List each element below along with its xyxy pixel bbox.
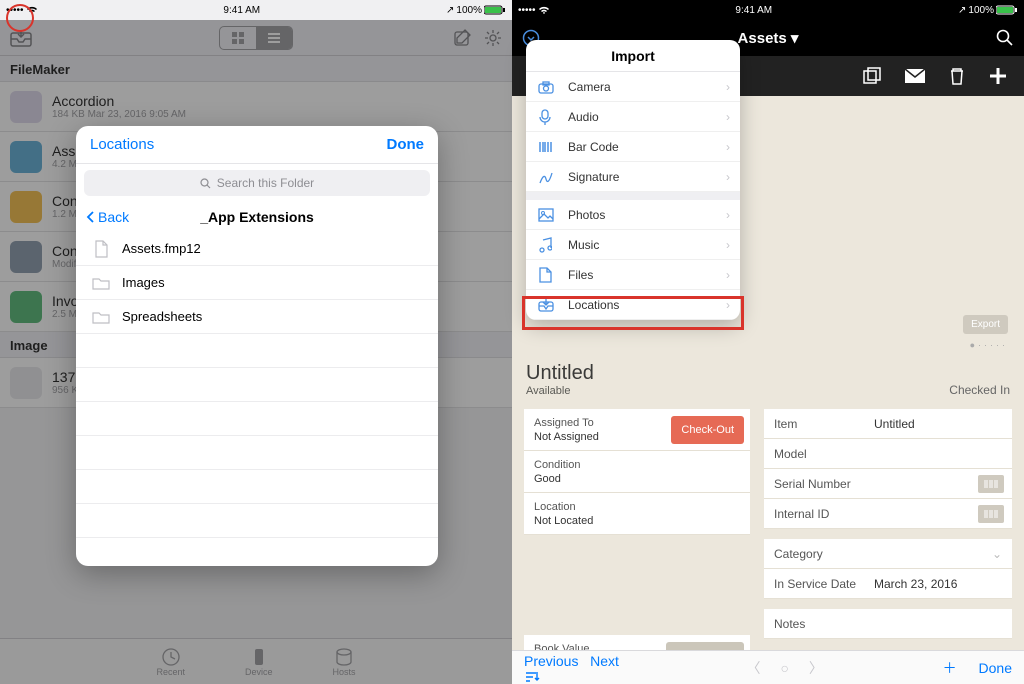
trash-icon[interactable]	[948, 66, 966, 86]
foot-chevron-right-icon[interactable]: 〉	[809, 658, 823, 678]
folder-title: _App Extensions	[76, 209, 438, 225]
import-music[interactable]: Music ›	[526, 230, 740, 260]
foot-chevron-left-icon[interactable]: 〈	[746, 658, 760, 678]
file-icon	[92, 240, 110, 258]
assigned-cell[interactable]: Assigned To Not Assigned Check-Out	[524, 409, 750, 451]
import-mic[interactable]: Audio ›	[526, 102, 740, 132]
nav-search-icon[interactable]	[996, 29, 1014, 47]
wifi-icon	[538, 5, 550, 15]
next-button[interactable]: Next	[590, 653, 619, 669]
import-label: Signature	[568, 170, 619, 184]
chevron-right-icon: ›	[726, 268, 730, 282]
battery-pct: 100%	[456, 5, 482, 16]
mail-icon[interactable]	[904, 68, 926, 84]
statusbar-right: ••••• 9:41 AM ↗ 100%	[512, 0, 1024, 20]
checked-in-label: Checked In	[949, 383, 1010, 397]
record-subtitle: Available	[526, 385, 594, 397]
barcode-icon[interactable]	[978, 475, 1004, 493]
music-icon	[538, 237, 556, 253]
page-dots: ●·····	[970, 340, 1008, 350]
folder-icon	[92, 308, 110, 326]
battery-icon	[484, 5, 506, 15]
status-time: 9:41 AM	[223, 5, 260, 16]
done-button[interactable]: Done	[979, 660, 1012, 676]
import-label: Audio	[568, 110, 599, 124]
record-title: Untitled	[526, 362, 594, 385]
location-icon: ↗	[446, 5, 454, 16]
chevron-right-icon: ›	[726, 110, 730, 124]
folder-item[interactable]: Images	[76, 266, 438, 300]
file-icon	[538, 267, 556, 283]
import-camera[interactable]: Camera ›	[526, 72, 740, 102]
internal-id-cell[interactable]: Internal ID	[764, 499, 1012, 529]
photo-icon	[538, 208, 556, 222]
barcode-icon[interactable]	[978, 505, 1004, 523]
footer-bar: Previous Next 〈 ○ 〉 ＋ Done	[512, 650, 1024, 684]
foot-circle-icon[interactable]: ○	[780, 660, 788, 676]
service-date-cell[interactable]: In Service DateMarch 23, 2016	[764, 569, 1012, 599]
row-label: Assets.fmp12	[122, 241, 201, 256]
statusbar-left: ••••• 9:41 AM ↗ 100%	[0, 0, 512, 20]
chevron-right-icon: ›	[726, 238, 730, 252]
done-button[interactable]: Done	[387, 136, 425, 153]
locations-modal: Locations Done Search this Folder Back _…	[76, 126, 438, 566]
chevron-right-icon: ›	[726, 140, 730, 154]
search-input[interactable]: Search this Folder	[84, 170, 430, 196]
location-cell[interactable]: Location Not Located	[524, 493, 750, 535]
status-time: 9:41 AM	[735, 5, 772, 16]
folder-icon	[92, 274, 110, 292]
notes-cell[interactable]: Notes	[764, 609, 1012, 639]
chevron-right-icon: ›	[726, 208, 730, 222]
import-barcode[interactable]: Bar Code ›	[526, 132, 740, 162]
category-cell[interactable]: Category⌄	[764, 539, 1012, 569]
import-file[interactable]: Files ›	[526, 260, 740, 290]
chevron-right-icon: ›	[726, 170, 730, 184]
barcode-icon	[538, 141, 556, 153]
import-label: Photos	[568, 208, 605, 222]
import-label: Camera	[568, 80, 611, 94]
mic-icon	[538, 109, 556, 125]
copy-icon[interactable]	[862, 67, 882, 85]
carrier-dots: •••••	[518, 5, 536, 16]
sign-icon	[538, 169, 556, 185]
import-title: Import	[526, 40, 740, 72]
import-label: Bar Code	[568, 140, 619, 154]
item-cell[interactable]: ItemUntitled	[764, 409, 1012, 439]
import-label: Files	[568, 268, 593, 282]
battery-pct: 100%	[968, 5, 994, 16]
plus-icon[interactable]	[988, 66, 1008, 86]
import-photo[interactable]: Photos ›	[526, 200, 740, 230]
file-item[interactable]: Assets.fmp12	[76, 232, 438, 266]
search-placeholder: Search this Folder	[217, 176, 314, 190]
check-out-button[interactable]: Check-Out	[671, 416, 744, 444]
battery-icon	[996, 5, 1018, 15]
condition-cell[interactable]: Condition Good	[524, 451, 750, 493]
nav-title[interactable]: Assets ▾	[738, 29, 799, 47]
folder-item[interactable]: Spreadsheets	[76, 300, 438, 334]
import-sign[interactable]: Signature ›	[526, 162, 740, 192]
modal-title[interactable]: Locations	[90, 136, 154, 153]
row-label: Images	[122, 275, 165, 290]
prev-button[interactable]: Previous	[524, 653, 578, 669]
right-pane: ••••• 9:41 AM ↗ 100% Assets ▾ Export ●··…	[512, 0, 1024, 684]
row-label: Spreadsheets	[122, 309, 202, 324]
chevron-right-icon: ›	[726, 80, 730, 94]
export-button[interactable]: Export	[963, 315, 1008, 334]
import-popover: Import Camera›Audio›Bar Code›Signature› …	[526, 40, 740, 320]
serial-cell[interactable]: Serial Number	[764, 469, 1012, 499]
import-label: Music	[568, 238, 599, 252]
location-icon: ↗	[958, 5, 966, 16]
highlight-box	[522, 296, 744, 330]
camera-icon	[538, 80, 556, 94]
search-icon	[200, 178, 211, 189]
add-button[interactable]: ＋	[943, 660, 957, 676]
highlight-circle	[6, 4, 34, 32]
model-cell[interactable]: Model	[764, 439, 1012, 469]
sort-icon[interactable]	[524, 669, 540, 683]
left-pane: ••••• 9:41 AM ↗ 100% FileMaker Accordio	[0, 0, 512, 684]
